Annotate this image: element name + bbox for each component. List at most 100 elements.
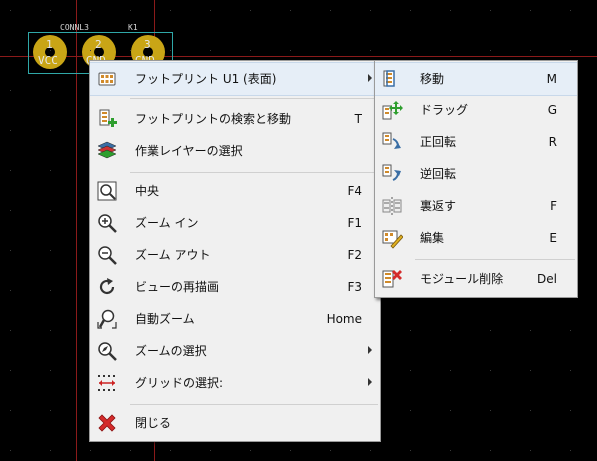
rotate-cw-icon [381, 131, 403, 153]
submenu-item-delete-module[interactable]: モジュール削除 Del [375, 263, 577, 295]
edit-icon [381, 227, 404, 249]
grid-dot [210, 50, 211, 51]
grid-dot [490, 10, 491, 11]
submenu-item-drag[interactable]: ドラッグ G [375, 94, 577, 126]
grid-dot [410, 410, 411, 411]
submenu-arrow-icon [368, 378, 372, 386]
menu-item-zoom-out[interactable]: ズーム アウト F2 [90, 239, 380, 271]
submenu-item-shortcut: E [549, 231, 557, 245]
grid-dot [90, 10, 91, 11]
menu-separator [415, 259, 575, 260]
pad-1-number: 1 [46, 38, 53, 51]
menu-item-footprint[interactable]: フットプリント U1 (表面) [90, 62, 380, 96]
grid-dot [490, 450, 491, 451]
submenu-item-flip[interactable]: 裏返す F [375, 190, 577, 222]
menu-item-grid-select[interactable]: グリッドの選択: [90, 367, 380, 399]
grid-dot [290, 50, 291, 51]
grid-dot [130, 50, 131, 51]
submenu-item-edit[interactable]: 編集 E [375, 222, 577, 254]
grid-dot [50, 290, 51, 291]
menu-separator [130, 172, 378, 173]
grid-dot [570, 50, 571, 51]
menu-item-center[interactable]: 中央 F4 [90, 175, 380, 207]
grid-dot [410, 50, 411, 51]
submenu-item-shortcut: G [547, 103, 557, 117]
menu-item-label: ビューの再描画 [135, 280, 220, 294]
menu-item-redraw[interactable]: ビューの再描画 F3 [90, 271, 380, 303]
grid-dot [50, 10, 51, 11]
submenu-item-rotate-cw[interactable]: 正回転 R [375, 126, 577, 158]
grid-dot [450, 410, 451, 411]
pad-1-net: VCC [38, 54, 58, 67]
submenu-item-shortcut: M [546, 72, 557, 86]
menu-item-label: ズーム アウト [135, 248, 211, 262]
menu-item-close[interactable]: 閉じる [90, 407, 380, 439]
move-icon [381, 68, 403, 90]
grid-dot [410, 370, 411, 371]
grid-dot [210, 10, 211, 11]
submenu-item-shortcut: Del [537, 272, 557, 286]
grid-dot [530, 450, 531, 451]
grid-dot [290, 450, 291, 451]
grid-dot [530, 370, 531, 371]
menu-item-shortcut: F2 [347, 248, 362, 262]
grid-dot [570, 10, 571, 11]
zoom-select-icon [96, 340, 118, 362]
grid-dot [50, 130, 51, 131]
grid-dot [10, 330, 11, 331]
grid-dot [410, 10, 411, 11]
menu-item-shortcut: F1 [347, 216, 362, 230]
grid-dot [170, 450, 171, 451]
grid-dot [90, 50, 91, 51]
grid-dot [370, 50, 371, 51]
menu-item-zoom-in[interactable]: ズーム イン F1 [90, 207, 380, 239]
menu-item-layer-select[interactable]: 作業レイヤーの選択 [90, 135, 380, 167]
grid-dot [570, 450, 571, 451]
footprint-submenu: 移動 M ドラッグ G 正回転 R 逆回転 裏返す F 編集 E モジュール削除… [374, 60, 578, 298]
grid-dot [170, 10, 171, 11]
grid-dot [490, 410, 491, 411]
footprint-value-label: CONNL3 [60, 23, 89, 32]
grid-dot [50, 370, 51, 371]
footprint-search-icon [96, 108, 118, 130]
grid-dot [10, 170, 11, 171]
footprint-icon [96, 68, 118, 90]
grid-dot [10, 290, 11, 291]
grid-dot [250, 450, 251, 451]
grid-dot [570, 330, 571, 331]
grid-dot [90, 450, 91, 451]
grid-dot [10, 50, 11, 51]
submenu-item-label: ドラッグ [420, 103, 469, 117]
menu-item-zoom-select[interactable]: ズームの選択 [90, 335, 380, 367]
menu-item-shortcut: Home [326, 312, 362, 326]
grid-dot [10, 210, 11, 211]
delete-module-icon [381, 268, 403, 290]
menu-separator [130, 98, 378, 99]
grid-dot [10, 250, 11, 251]
grid-dot [450, 330, 451, 331]
menu-item-label: 作業レイヤーの選択 [135, 144, 243, 158]
close-icon [96, 412, 118, 434]
grid-dot [450, 450, 451, 451]
submenu-item-move[interactable]: 移動 M [375, 62, 577, 96]
submenu-item-shortcut: R [548, 135, 557, 149]
grid-dot [50, 50, 51, 51]
submenu-item-rotate-ccw[interactable]: 逆回転 [375, 158, 577, 190]
grid-dot [50, 450, 51, 451]
grid-dot [330, 50, 331, 51]
submenu-arrow-icon [368, 346, 372, 354]
menu-item-label: 自動ズーム [135, 312, 195, 326]
menu-item-footprint-search[interactable]: フットプリントの検索と移動 T [90, 103, 380, 135]
menu-item-zoom-auto[interactable]: 自動ズーム Home [90, 303, 380, 335]
grid-dot [530, 410, 531, 411]
grid-dot [50, 170, 51, 171]
grid-dot [410, 330, 411, 331]
grid-dot [330, 10, 331, 11]
grid-dot [410, 450, 411, 451]
grid-dot [50, 250, 51, 251]
grid-dot [50, 330, 51, 331]
layers-icon [96, 140, 118, 162]
menu-item-label: 中央 [135, 184, 160, 198]
grid-dot [250, 10, 251, 11]
submenu-item-label: 逆回転 [420, 167, 457, 181]
